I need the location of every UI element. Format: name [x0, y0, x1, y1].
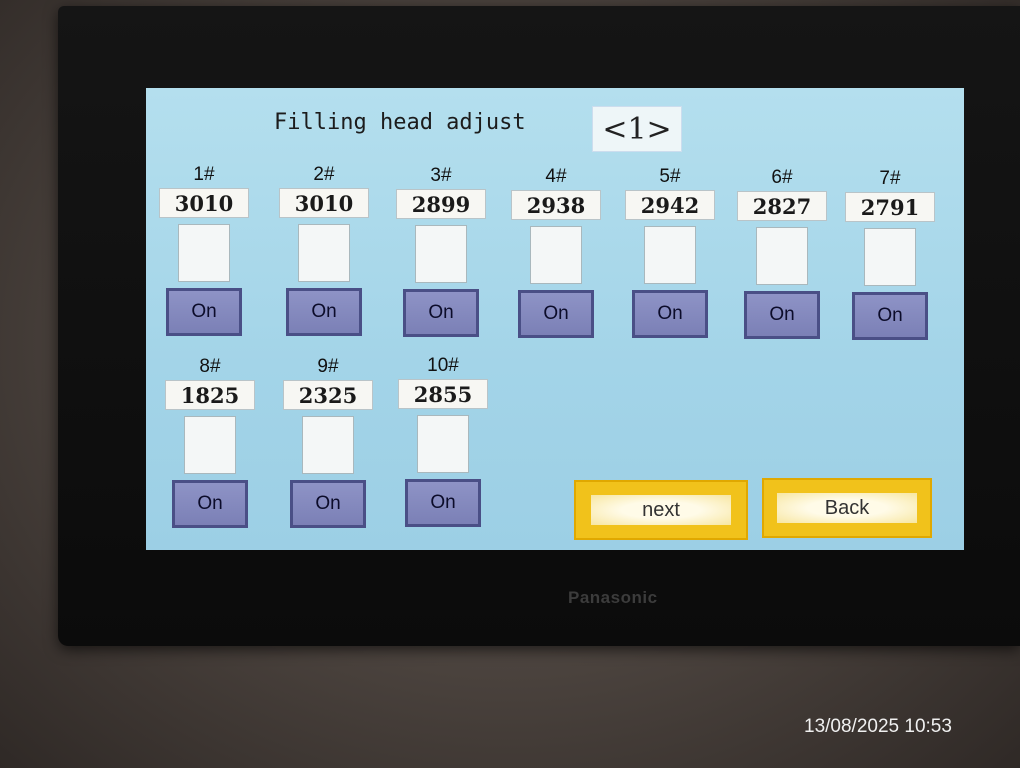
filling-head-7: 7# 2791 On — [840, 168, 940, 340]
head-label: 6# — [771, 167, 793, 188]
head-on-button[interactable]: On — [405, 479, 481, 527]
head-value-input[interactable]: 2791 — [845, 192, 935, 222]
head-label: 5# — [659, 166, 681, 187]
head-status-indicator — [184, 416, 236, 474]
head-value-input[interactable]: 2325 — [283, 380, 373, 410]
back-button[interactable]: Back — [762, 478, 932, 538]
filling-head-1: 1# 3010 On — [154, 164, 254, 336]
filling-head-9: 9# 2325 On — [278, 356, 378, 528]
head-status-indicator — [756, 227, 808, 285]
page-indicator: <1> — [592, 106, 682, 152]
head-status-indicator — [298, 224, 350, 282]
filling-head-6: 6# 2827 On — [732, 167, 832, 339]
head-label: 4# — [545, 166, 567, 187]
head-on-button[interactable]: On — [166, 288, 242, 336]
head-status-indicator — [417, 415, 469, 473]
head-value-input[interactable]: 3010 — [279, 188, 369, 218]
next-button[interactable]: next — [574, 480, 748, 540]
filling-head-3: 3# 2899 On — [391, 165, 491, 337]
filling-head-2: 2# 3010 On — [274, 164, 374, 336]
head-label: 1# — [193, 164, 215, 185]
head-on-button[interactable]: On — [852, 292, 928, 340]
head-label: 7# — [879, 168, 901, 189]
head-status-indicator — [178, 224, 230, 282]
filling-head-4: 4# 2938 On — [506, 166, 606, 338]
filling-head-8: 8# 1825 On — [160, 356, 260, 528]
head-on-button[interactable]: On — [632, 290, 708, 338]
head-label: 10# — [427, 355, 459, 376]
next-button-label: next — [591, 495, 731, 525]
head-status-indicator — [644, 226, 696, 284]
photo-timestamp: 13/08/2025 10:53 — [804, 716, 952, 737]
filling-head-5: 5# 2942 On — [620, 166, 720, 338]
head-value-input[interactable]: 3010 — [159, 188, 249, 218]
head-on-button[interactable]: On — [172, 480, 248, 528]
head-status-indicator — [302, 416, 354, 474]
head-on-button[interactable]: On — [518, 290, 594, 338]
head-value-input[interactable]: 1825 — [165, 380, 255, 410]
filling-head-10: 10# 2855 On — [393, 355, 493, 527]
head-status-indicator — [415, 225, 467, 283]
head-on-button[interactable]: On — [286, 288, 362, 336]
head-value-input[interactable]: 2855 — [398, 379, 488, 409]
head-value-input[interactable]: 2942 — [625, 190, 715, 220]
head-value-input[interactable]: 2938 — [511, 190, 601, 220]
back-button-label: Back — [777, 493, 917, 523]
head-on-button[interactable]: On — [290, 480, 366, 528]
head-on-button[interactable]: On — [744, 291, 820, 339]
head-on-button[interactable]: On — [403, 289, 479, 337]
head-status-indicator — [530, 226, 582, 284]
head-label: 2# — [313, 164, 335, 185]
head-label: 8# — [199, 356, 221, 377]
head-value-input[interactable]: 2827 — [737, 191, 827, 221]
page-title: Filling head adjust — [274, 110, 526, 135]
head-label: 9# — [317, 356, 339, 377]
hmi-screen: Filling head adjust <1> 1# 3010 On 2# 30… — [146, 88, 964, 550]
head-label: 3# — [430, 165, 452, 186]
brand-logo: Panasonic — [568, 588, 658, 607]
head-status-indicator — [864, 228, 916, 286]
head-value-input[interactable]: 2899 — [396, 189, 486, 219]
